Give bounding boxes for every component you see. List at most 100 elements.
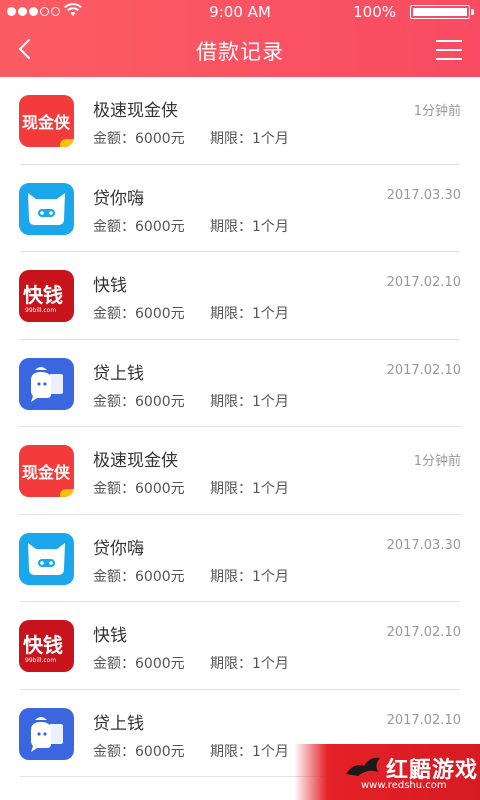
loan-detail: 金额：6000元 期限：1个月 — [93, 741, 289, 761]
loan-detail: 金额：6000元 期限：1个月 — [93, 216, 289, 236]
term-value: 1个月 — [252, 306, 289, 322]
app-name: 贷上钱 — [93, 713, 144, 734]
term-label: 期限： — [210, 568, 252, 585]
loan-row[interactable]: 现金侠 极速现金侠 1分钟前金额：6000元 期限：1个月 — [0, 77, 480, 165]
app-logo-icon: 快钱 99bill.com — [19, 620, 74, 672]
term-group: 期限：1个月 — [210, 128, 289, 148]
amount-label: 金额： — [93, 306, 135, 322]
amount-label: 金额： — [93, 743, 135, 760]
amount-value: 6000元 — [135, 218, 185, 235]
loan-detail: 金额：6000元 期限：1个月 — [93, 128, 289, 148]
loan-date: 1分钟前 — [413, 454, 461, 469]
loan-row[interactable]: 贷上钱 2017.02.10 金额：6000元 期限：1个月 — [0, 340, 480, 427]
icon-subtext: 99bill.com — [25, 657, 57, 664]
status-bar: 9:00 AM 100% — [0, 0, 480, 24]
amount-label: 金额： — [93, 656, 135, 672]
app-logo-icon — [19, 182, 74, 235]
loan-row[interactable]: 现金侠 极速现金侠 1分钟前金额：6000元 期限：1个月 — [0, 427, 480, 515]
squirrel-logo-icon — [346, 757, 380, 776]
amount-label: 金额： — [93, 393, 135, 410]
term-label: 期限： — [210, 218, 252, 235]
loan-detail: 金额：6000元 期限：1个月 — [93, 566, 289, 586]
term-label: 期限： — [210, 131, 252, 147]
app-name: 极速现金侠 — [93, 451, 178, 471]
term-value: 1个月 — [252, 393, 289, 410]
app-logo-icon: 现金侠 — [19, 445, 74, 497]
page-title: 借款记录 — [196, 40, 284, 64]
term-label: 期限： — [210, 481, 252, 497]
icon-subtext: 99bill.com — [25, 307, 57, 314]
menu-line-icon — [436, 58, 462, 60]
term-value: 1个月 — [252, 743, 289, 760]
amount-label: 金额： — [93, 481, 135, 497]
loan-detail: 金额：6000元 期限：1个月 — [93, 478, 289, 498]
icon-badge — [60, 139, 74, 147]
app-logo-icon — [19, 707, 74, 760]
app-name: 贷上钱 — [93, 363, 144, 384]
loan-record-list: 现金侠 极速现金侠 1分钟前 金额：6000元 期限：1个月 贷你嗨 2017.03.30 金… — [0, 77, 480, 777]
amount-label: 金额： — [93, 568, 135, 585]
battery-tip — [471, 9, 474, 15]
app-name: 快钱 — [93, 626, 127, 646]
amount-value: 6000元 — [135, 306, 185, 322]
amount-label: 金额： — [93, 218, 135, 235]
icon-badge — [60, 489, 74, 497]
loan-row[interactable]: 贷你嗨 2017.03.30 金额：6000元 期限：1个月 — [0, 515, 480, 602]
term-group: 期限：1个月 — [210, 653, 289, 673]
amount-value: 6000元 — [135, 481, 185, 497]
app-name: 贷你嗨 — [93, 538, 144, 559]
status-time: 9:00 AM — [209, 3, 271, 21]
loan-detail: 金额：6000元 期限：1个月 — [93, 303, 289, 323]
app-name: 贷你嗨 — [93, 188, 144, 209]
amount-value: 6000元 — [135, 743, 185, 760]
loan-date: 2017.03.30 — [386, 537, 461, 553]
term-value: 1个月 — [252, 481, 289, 497]
loan-date: 2017.03.30 — [386, 187, 461, 203]
menu-line-icon — [436, 49, 462, 51]
loan-date: 2017.02.10 — [386, 275, 461, 290]
app-logo-icon: 现金侠 — [19, 95, 74, 147]
loan-date: 2017.02.10 — [386, 362, 461, 378]
loan-row[interactable]: 快钱 99bill.com 快钱 2017.02.10 金额：6000元 期限：1个月 — [0, 252, 480, 340]
term-value: 1个月 — [252, 131, 289, 147]
term-group: 期限：1个月 — [210, 216, 289, 236]
menu-line-icon — [436, 40, 462, 42]
term-value: 1个月 — [252, 656, 289, 672]
menu-button[interactable] — [436, 40, 462, 62]
loan-date: 2017.02.10 — [386, 712, 461, 728]
loan-row[interactable]: 快钱 99bill.com 快钱 2017.02.10 金额：6000元 期限：1个月 — [0, 602, 480, 690]
amount-value: 6000元 — [135, 568, 185, 585]
term-group: 期限：1个月 — [210, 566, 289, 586]
app-name: 快钱 — [93, 276, 127, 296]
icon-text: 快钱 — [23, 283, 63, 307]
watermark: 红鼯游戏 www.redshu.com — [294, 744, 480, 800]
app-logo-icon: 快钱 99bill.com — [19, 270, 74, 322]
loan-detail: 金额：6000元 期限：1个月 — [93, 391, 289, 411]
term-value: 1个月 — [252, 568, 289, 585]
term-group: 期限：1个月 — [210, 391, 289, 411]
term-value: 1个月 — [252, 218, 289, 235]
loan-detail: 金额：6000元 期限：1个月 — [93, 653, 289, 673]
loan-date: 1分钟前 — [413, 104, 461, 119]
loan-date: 2017.02.10 — [386, 625, 461, 640]
term-group: 期限：1个月 — [210, 303, 289, 323]
icon-text: 现金侠 — [22, 463, 71, 482]
app-logo-icon — [19, 532, 74, 585]
term-group: 期限：1个月 — [210, 741, 289, 761]
watermark-url: www.redshu.com — [361, 780, 447, 791]
icon-text: 快钱 — [23, 633, 63, 657]
battery-icon — [410, 5, 470, 19]
term-label: 期限： — [210, 306, 252, 322]
icon-text: 现金侠 — [22, 113, 71, 132]
amount-value: 6000元 — [135, 393, 185, 410]
header-bar: 9:00 AM 100% 借款记录 — [0, 0, 480, 77]
term-label: 期限： — [210, 393, 252, 410]
loan-row[interactable]: 贷你嗨 2017.03.30 金额：6000元 期限：1个月 — [0, 165, 480, 252]
app-logo-icon — [19, 357, 74, 410]
battery-percent: 100% — [353, 3, 396, 21]
term-group: 期限：1个月 — [210, 478, 289, 498]
term-label: 期限： — [210, 656, 252, 672]
amount-value: 6000元 — [135, 131, 185, 147]
amount-label: 金额： — [93, 131, 135, 147]
app-name: 极速现金侠 — [93, 101, 178, 121]
